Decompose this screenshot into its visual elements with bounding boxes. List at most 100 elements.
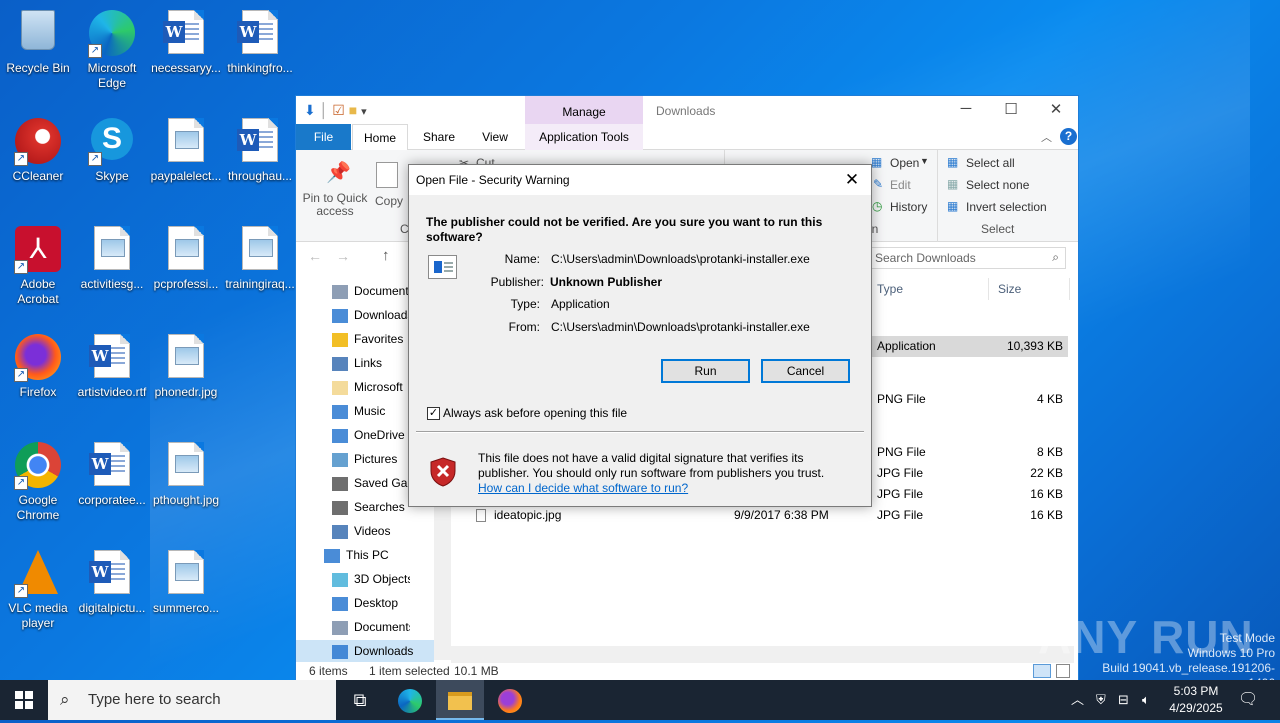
tab-share[interactable]: Share bbox=[414, 124, 464, 150]
invert-selection-icon: ▦ bbox=[947, 199, 959, 213]
tab-view[interactable]: View bbox=[470, 124, 520, 150]
task-view-button[interactable]: ⧉ bbox=[336, 680, 384, 720]
sidebar-item[interactable]: Pictures bbox=[296, 448, 410, 470]
copy-button[interactable]: Copy bbox=[375, 194, 403, 208]
desktop-icon[interactable]: paypalelect... bbox=[148, 112, 224, 184]
back-icon[interactable]: ← bbox=[308, 248, 322, 264]
taskbar-edge[interactable] bbox=[386, 680, 434, 720]
tab-home[interactable]: Home bbox=[352, 124, 408, 151]
file-name: ideatopic.jpg bbox=[494, 508, 562, 522]
desktop-icon[interactable]: pcprofessi... bbox=[148, 220, 224, 292]
sidebar-item[interactable]: Saved Games bbox=[296, 472, 410, 494]
security-tray-icon[interactable]: ⛨ bbox=[1096, 680, 1106, 720]
sidebar-item[interactable]: Searches bbox=[296, 496, 410, 518]
desktop-icon[interactable]: S ↗ Skype bbox=[74, 112, 150, 184]
sidebar-item[interactable]: Favorites bbox=[296, 328, 410, 350]
desktop-icon-label: necessaryy... bbox=[151, 61, 221, 75]
3d-objects-icon bbox=[332, 572, 348, 587]
maximize-button[interactable]: ☐ bbox=[991, 100, 1031, 118]
quick-access-toolbar[interactable]: ⬇ │ ☑ ■ ▾ bbox=[304, 102, 367, 119]
desktop-icon[interactable]: ↗ CCleaner bbox=[0, 112, 76, 184]
taskbar-file-explorer[interactable] bbox=[436, 680, 484, 720]
invert-selection-button[interactable]: Invert selection bbox=[966, 200, 1047, 214]
link-icon bbox=[332, 356, 348, 371]
sidebar-item[interactable]: This PC bbox=[296, 544, 410, 566]
column-header-type[interactable]: Type bbox=[877, 282, 903, 296]
sidebar-item[interactable]: Documents bbox=[296, 616, 410, 638]
always-ask-label[interactable]: Always ask before opening this file bbox=[443, 406, 627, 420]
desktop-icon[interactable]: ↗ VLC media player bbox=[0, 544, 76, 631]
always-ask-checkbox[interactable]: ✓ bbox=[427, 407, 440, 420]
run-button[interactable]: Run bbox=[661, 359, 750, 383]
desktop-icon-label: thinkingfro... bbox=[227, 61, 293, 75]
customize-toolbar-icon[interactable]: ▾ bbox=[361, 106, 367, 118]
desktop-icon[interactable]: Wnecessaryy... bbox=[148, 4, 224, 76]
large-icons-view-icon[interactable] bbox=[1056, 664, 1070, 678]
skype-icon: S ↗ bbox=[88, 118, 136, 166]
sidebar-item[interactable]: 3D Objects bbox=[296, 568, 410, 590]
properties-icon[interactable]: ☑ bbox=[332, 102, 345, 118]
minimize-button[interactable]: ─ bbox=[946, 100, 986, 117]
desktop-icon[interactable]: Wdigitalpictu... bbox=[74, 544, 150, 616]
sidebar-item[interactable]: Music bbox=[296, 400, 410, 422]
network-icon[interactable]: ⊟ bbox=[1118, 680, 1129, 720]
sidebar-item[interactable]: OneDrive bbox=[296, 424, 410, 446]
chrome-icon: ↗ bbox=[14, 442, 62, 490]
sidebar-item[interactable]: Downloads bbox=[296, 640, 434, 662]
desktop-icon[interactable]: ⅄ ↗ Adobe Acrobat bbox=[0, 220, 76, 307]
close-button[interactable]: ✕ bbox=[1036, 100, 1076, 118]
manage-tab[interactable]: Manage bbox=[525, 96, 643, 124]
select-group-label: Select bbox=[981, 222, 1015, 236]
desktop-icon[interactable]: ↗ Google Chrome bbox=[0, 436, 76, 523]
details-view-icon[interactable] bbox=[1033, 664, 1051, 678]
dialog-close-button[interactable]: ✕ bbox=[839, 165, 865, 195]
acrobat-icon: ⅄ ↗ bbox=[14, 226, 62, 274]
sidebar-item[interactable]: Downloads bbox=[296, 304, 410, 326]
sidebar-item[interactable]: Documents bbox=[296, 280, 410, 302]
cancel-button[interactable]: Cancel bbox=[761, 359, 850, 383]
tab-application-tools[interactable]: Application Tools bbox=[525, 124, 643, 150]
taskbar-search-input[interactable]: ⌕ Type here to search bbox=[48, 680, 336, 720]
history-button[interactable]: History bbox=[890, 200, 927, 214]
desktop-icon[interactable]: Wthinkingfro... bbox=[222, 4, 298, 76]
desktop-icon[interactable]: summerco... bbox=[148, 544, 224, 616]
search-input[interactable]: Search Downloads ⌕ bbox=[869, 247, 1066, 269]
select-none-button[interactable]: Select none bbox=[966, 178, 1029, 192]
word-doc-icon: W bbox=[88, 334, 136, 382]
desktop-icon[interactable]: activitiesg... bbox=[74, 220, 150, 292]
volume-icon[interactable]: 🔈︎ bbox=[1142, 680, 1150, 720]
column-header-size[interactable]: Size bbox=[998, 282, 1021, 296]
desktop-icon[interactable]: trainingiraq... bbox=[222, 220, 298, 292]
sidebar-item[interactable]: Videos bbox=[296, 520, 410, 542]
edit-button[interactable]: Edit bbox=[890, 178, 911, 192]
file-size: 16 KB bbox=[1030, 487, 1063, 501]
sidebar-item[interactable]: Links bbox=[296, 352, 410, 374]
sidebar-item[interactable]: Microsoft bbox=[296, 376, 410, 398]
application-file-icon bbox=[428, 255, 457, 279]
notifications-icon[interactable]: 🗨︎ bbox=[1238, 680, 1258, 720]
desktop-icon[interactable]: Recycle Bin bbox=[0, 4, 76, 76]
collapse-ribbon-icon[interactable]: ︿ bbox=[1041, 129, 1052, 145]
file-row[interactable]: ideatopic.jpg 9/9/2017 6:38 PM JPG File 16 … bbox=[456, 505, 1068, 526]
help-icon[interactable]: ? bbox=[1060, 128, 1077, 145]
taskbar-firefox[interactable] bbox=[486, 680, 534, 720]
desktop-icon[interactable]: phonedr.jpg bbox=[148, 328, 224, 400]
clock[interactable]: 5:03 PM 4/29/2025 bbox=[1160, 683, 1232, 717]
desktop-icon[interactable]: pthought.jpg bbox=[148, 436, 224, 508]
help-link[interactable]: How can I decide what software to run? bbox=[478, 481, 688, 495]
desktop-icon[interactable]: Wthroughau... bbox=[222, 112, 298, 184]
up-icon[interactable]: ↑ bbox=[382, 247, 390, 264]
desktop-icon[interactable]: Wcorporatee... bbox=[74, 436, 150, 508]
tab-file[interactable]: File bbox=[296, 124, 351, 150]
desktop-icon[interactable]: ↗ Microsoft Edge bbox=[74, 4, 150, 91]
sidebar-item[interactable]: Desktop bbox=[296, 592, 410, 614]
desktop-icon[interactable]: ↗ Firefox bbox=[0, 328, 76, 400]
forward-icon[interactable]: → bbox=[336, 248, 350, 264]
start-button[interactable] bbox=[0, 680, 48, 720]
new-folder-icon[interactable]: ■ bbox=[349, 102, 357, 118]
pin-to-quick-access-button[interactable]: Pin to Quick access bbox=[301, 192, 369, 218]
desktop-icon[interactable]: Wartistvideo.rtf bbox=[74, 328, 150, 400]
open-button[interactable]: Open bbox=[890, 156, 919, 170]
show-hidden-icons[interactable]: ︿ bbox=[1071, 680, 1084, 720]
select-all-button[interactable]: Select all bbox=[966, 156, 1015, 170]
